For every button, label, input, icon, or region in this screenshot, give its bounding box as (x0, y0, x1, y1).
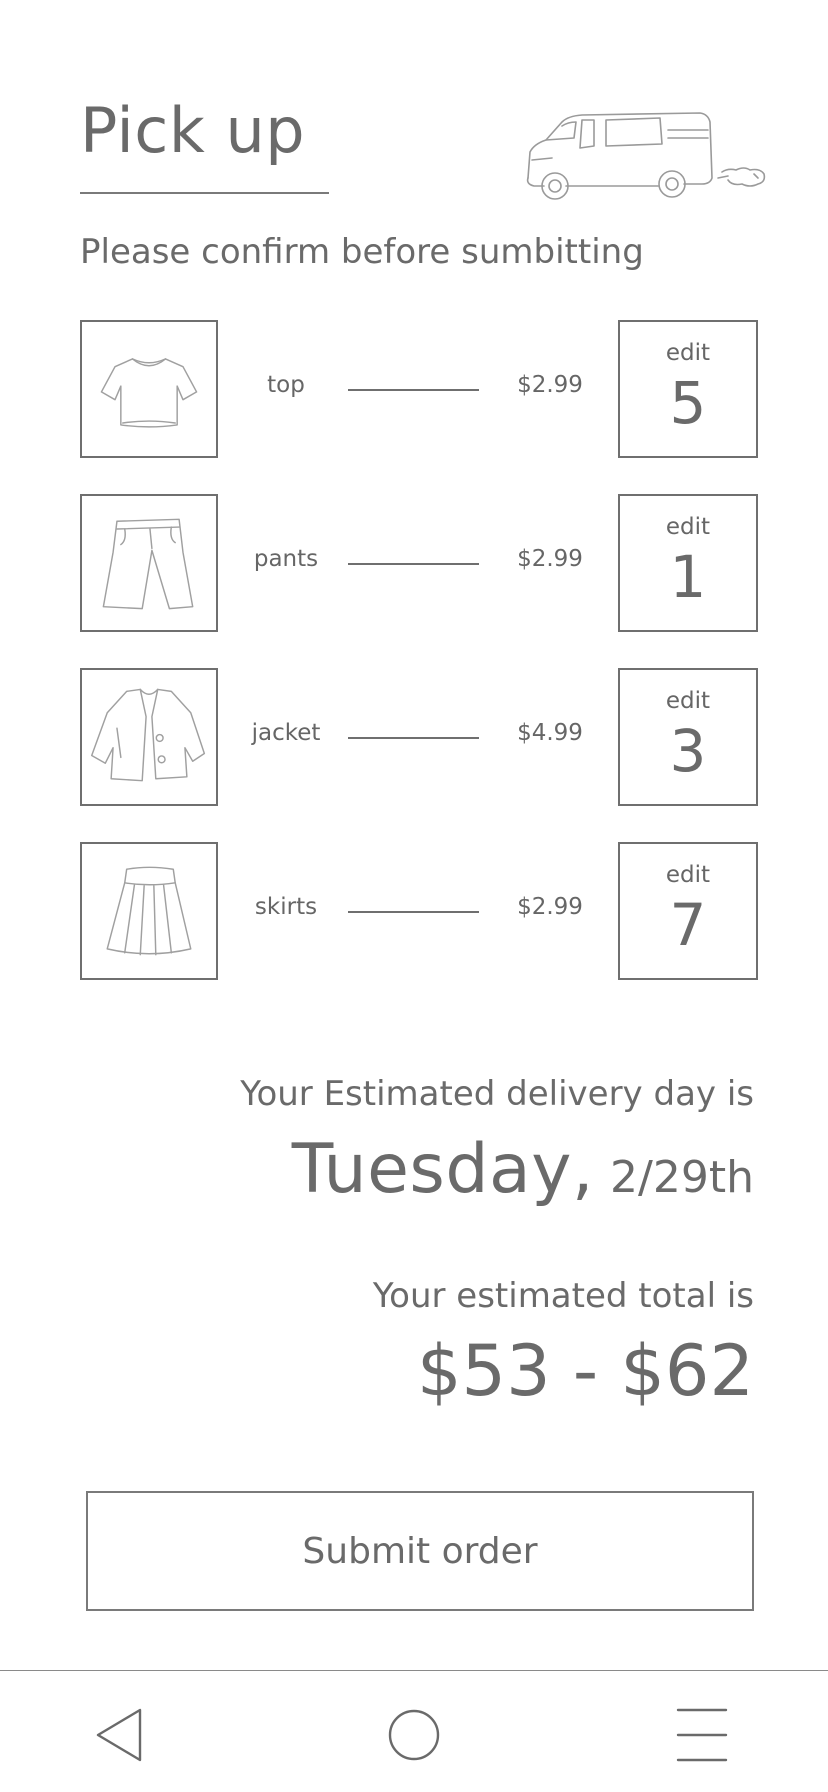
edit-quantity-button[interactable]: edit 7 (618, 842, 758, 980)
skirt-icon (80, 842, 218, 980)
item-row-top: top $2.99 edit 5 (0, 320, 828, 460)
item-row-skirts: skirts $2.99 edit 7 (0, 842, 828, 982)
back-triangle-icon[interactable] (80, 1700, 160, 1770)
item-name: pants (253, 546, 319, 572)
item-price: $4.99 (517, 720, 583, 746)
submit-order-button[interactable]: Submit order (86, 1491, 754, 1611)
item-row-jacket: jacket $4.99 edit 3 (0, 668, 828, 808)
page-title: Pick up (80, 94, 306, 167)
edit-quantity-button[interactable]: edit 5 (618, 320, 758, 458)
item-price: $2.99 (517, 372, 583, 398)
home-circle-icon[interactable] (374, 1700, 454, 1770)
edit-label: edit (665, 340, 711, 366)
item-quantity: 7 (669, 891, 707, 959)
item-price: $2.99 (517, 546, 583, 572)
item-divider (348, 563, 479, 565)
delivery-day: Tuesday, (291, 1130, 595, 1209)
van-icon (522, 108, 772, 204)
total-label: Your estimated total is (372, 1276, 754, 1316)
edit-label: edit (665, 688, 711, 714)
item-row-pants: pants $2.99 edit 1 (0, 494, 828, 634)
edit-quantity-button[interactable]: edit 3 (618, 668, 758, 806)
edit-label: edit (665, 862, 711, 888)
menu-lines-icon[interactable] (662, 1700, 742, 1770)
nav-bar-divider (0, 1670, 828, 1671)
item-divider (348, 389, 479, 391)
delivery-short-date: 2/29th (610, 1152, 754, 1203)
item-quantity: 3 (669, 717, 707, 785)
delivery-label: Your Estimated delivery day is (240, 1074, 754, 1114)
title-underline (80, 192, 329, 194)
item-name: top (267, 372, 305, 398)
jacket-icon (80, 668, 218, 806)
submit-order-label: Submit order (302, 1530, 538, 1572)
item-divider (348, 737, 479, 739)
subtitle: Please confirm before sumbitting (80, 232, 644, 272)
edit-quantity-button[interactable]: edit 1 (618, 494, 758, 632)
delivery-date: Tuesday, 2/29th (292, 1130, 754, 1209)
item-quantity: 1 (669, 543, 707, 611)
item-divider (348, 911, 479, 913)
shirt-icon (80, 320, 218, 458)
item-name: skirts (254, 894, 318, 920)
edit-label: edit (665, 514, 711, 540)
item-name: jacket (251, 720, 321, 746)
total-value: $53 - $62 (417, 1330, 754, 1412)
pants-icon (80, 494, 218, 632)
item-quantity: 5 (669, 369, 707, 437)
item-price: $2.99 (517, 894, 583, 920)
